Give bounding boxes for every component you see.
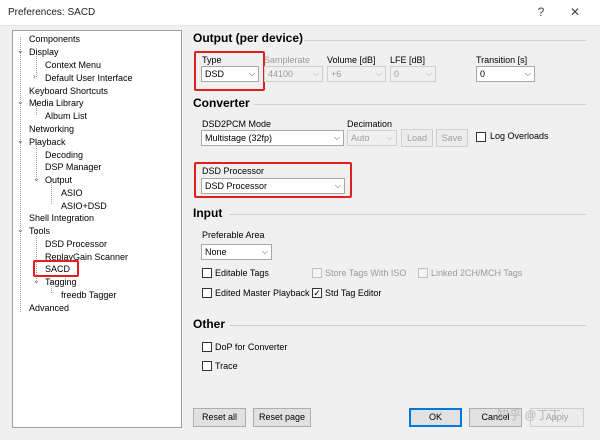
ok-button[interactable]: OK — [409, 408, 462, 427]
log-overloads-checkbox[interactable] — [476, 132, 486, 142]
trace-checkbox[interactable] — [202, 361, 212, 371]
tree-item-asio-dsd[interactable]: ASIO+DSD — [61, 200, 107, 212]
transition-select[interactable]: 0 ⌵ — [476, 66, 535, 82]
tree-item-networking[interactable]: Networking — [29, 123, 74, 135]
tree-item-asio[interactable]: ASIO — [61, 187, 83, 199]
tree-item-output[interactable]: Output — [45, 174, 72, 186]
dsd2pcm-mode-value: Multistage (32fp) — [205, 133, 273, 143]
tree-item-dsp-manager[interactable]: DSP Manager — [45, 161, 101, 173]
section-converter-heading: Converter — [193, 96, 250, 110]
divider — [230, 325, 586, 326]
chevron-down-icon: ⌵ — [375, 69, 382, 78]
volume-select[interactable]: +6 ⌵ — [327, 66, 386, 82]
tree-item-playback[interactable]: Playback — [29, 136, 66, 148]
divider — [229, 214, 586, 215]
decimation-value: Auto — [351, 133, 370, 143]
tree-item-freedb-tagger[interactable]: freedb Tagger — [61, 289, 116, 301]
close-icon[interactable]: ✕ — [566, 4, 584, 20]
chevron-down-icon[interactable]: ⌄ — [33, 276, 40, 285]
divider — [254, 104, 586, 105]
linked-tags-checkbox[interactable] — [418, 268, 428, 278]
tree-item-shell-integration[interactable]: Shell Integration — [29, 212, 94, 224]
tree-item-display[interactable]: Display — [29, 46, 59, 58]
dsd2pcm-mode-select[interactable]: Multistage (32fp) ⌵ — [201, 130, 344, 146]
chevron-down-icon: ⌵ — [261, 247, 268, 256]
highlight-box — [194, 162, 352, 198]
tree-item-context-menu[interactable]: Context Menu — [45, 59, 101, 71]
chevron-down-icon[interactable]: ⌄ — [17, 225, 24, 234]
samplerate-value: 44100 — [268, 69, 294, 79]
tree-item-keyboard-shortcuts[interactable]: Keyboard Shortcuts — [29, 85, 108, 97]
samplerate-label: Samplerate — [264, 55, 311, 65]
tree-item-tagging[interactable]: Tagging — [45, 276, 77, 288]
editable-tags-checkbox[interactable] — [202, 268, 212, 278]
reset-page-button[interactable]: Reset page — [253, 408, 311, 427]
save-button[interactable]: Save — [436, 129, 468, 147]
dop-label: DoP for Converter — [215, 342, 288, 352]
transition-value: 0 — [480, 69, 486, 79]
preferences-tree[interactable]: Components ⌄ Display Context Menu › Defa… — [12, 30, 182, 428]
chevron-down-icon: ⌵ — [312, 69, 319, 78]
chevron-down-icon[interactable]: ⌄ — [17, 136, 24, 145]
log-overloads-label: Log Overloads — [490, 131, 549, 141]
lfe-value: 0 — [394, 69, 400, 79]
tree-item-components[interactable]: Components — [29, 33, 80, 45]
editable-tags-label: Editable Tags — [215, 268, 269, 278]
lfe-label: LFE [dB] — [390, 55, 426, 65]
dop-checkbox[interactable] — [202, 342, 212, 352]
chevron-down-icon: ⌵ — [425, 69, 432, 78]
trace-label: Trace — [215, 361, 238, 371]
linked-tags-label: Linked 2CH/MCH Tags — [431, 268, 523, 278]
dsd2pcm-mode-label: DSD2PCM Mode — [202, 119, 272, 129]
window-title: Preferences: SACD — [8, 7, 96, 18]
transition-label: Transition [s] — [476, 55, 528, 65]
tree-item-album-list[interactable]: Album List — [45, 110, 87, 122]
edited-master-label: Edited Master Playback — [215, 288, 310, 298]
tree-guide — [20, 37, 21, 312]
preferable-area-value: None — [205, 247, 227, 257]
tree-item-advanced[interactable]: Advanced — [29, 302, 69, 314]
chevron-down-icon[interactable]: ⌄ — [17, 46, 24, 55]
highlight-box — [33, 260, 79, 277]
load-button[interactable]: Load — [401, 129, 433, 147]
volume-label: Volume [dB] — [327, 55, 376, 65]
volume-value: +6 — [331, 69, 342, 79]
chevron-right-icon[interactable]: › — [33, 72, 36, 81]
section-other-heading: Other — [193, 317, 226, 331]
divider — [304, 40, 586, 41]
section-input-heading: Input — [193, 206, 223, 220]
chevron-down-icon: ⌵ — [333, 133, 340, 142]
reset-all-button[interactable]: Reset all — [193, 408, 246, 427]
tree-item-media-library[interactable]: Media Library — [29, 97, 84, 109]
std-tag-editor-label: Std Tag Editor — [325, 288, 382, 298]
title-bar: Preferences: SACD ? ✕ — [0, 0, 600, 26]
highlight-box — [194, 51, 265, 91]
decimation-select[interactable]: Auto ⌵ — [347, 130, 397, 146]
tree-item-dsd-processor[interactable]: DSD Processor — [45, 238, 107, 250]
store-tags-checkbox[interactable] — [312, 268, 322, 278]
watermark-text: 知乎 @丁丁 — [497, 408, 561, 422]
chevron-down-icon: ⌵ — [386, 133, 393, 142]
chevron-down-icon: ⌵ — [524, 69, 531, 78]
section-output-heading: Output (per device) — [193, 31, 304, 45]
edited-master-checkbox[interactable] — [202, 288, 212, 298]
chevron-down-icon[interactable]: ⌄ — [17, 97, 24, 106]
help-icon[interactable]: ? — [532, 4, 550, 20]
tree-item-decoding[interactable]: Decoding — [45, 149, 83, 161]
store-tags-label: Store Tags With ISO — [325, 268, 407, 278]
decimation-label: Decimation — [347, 119, 393, 129]
samplerate-select[interactable]: 44100 ⌵ — [264, 66, 323, 82]
std-tag-editor-checkbox[interactable]: ✓ — [312, 288, 322, 298]
preferable-area-label: Preferable Area — [202, 230, 265, 240]
tree-item-default-user-interface[interactable]: Default User Interface — [45, 72, 133, 84]
lfe-select[interactable]: 0 ⌵ — [390, 66, 436, 82]
preferable-area-select[interactable]: None ⌵ — [201, 244, 272, 260]
tree-item-tools[interactable]: Tools — [29, 225, 50, 237]
chevron-down-icon[interactable]: ⌄ — [33, 174, 40, 183]
